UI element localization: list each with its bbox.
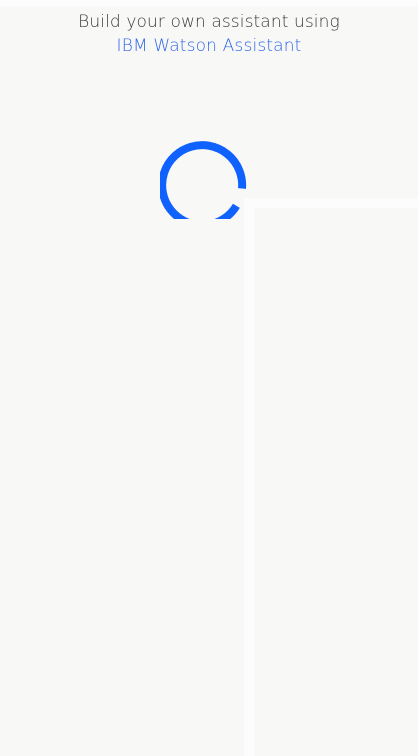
promo-header: Build your own assistant using IBM Watso… [0,10,418,58]
spinner-arc [160,141,247,219]
ibm-watson-assistant-link[interactable]: IBM Watson Assistant [117,34,302,58]
loading-screen: Build your own assistant using IBM Watso… [0,0,418,756]
promo-intro-text: Build your own assistant using [78,12,340,32]
loading-spinner-icon [160,141,247,219]
top-background-strip [0,0,418,6]
horizontal-background-strip [248,198,418,208]
loading-spinner [160,125,254,219]
vertical-background-strip [244,198,254,756]
